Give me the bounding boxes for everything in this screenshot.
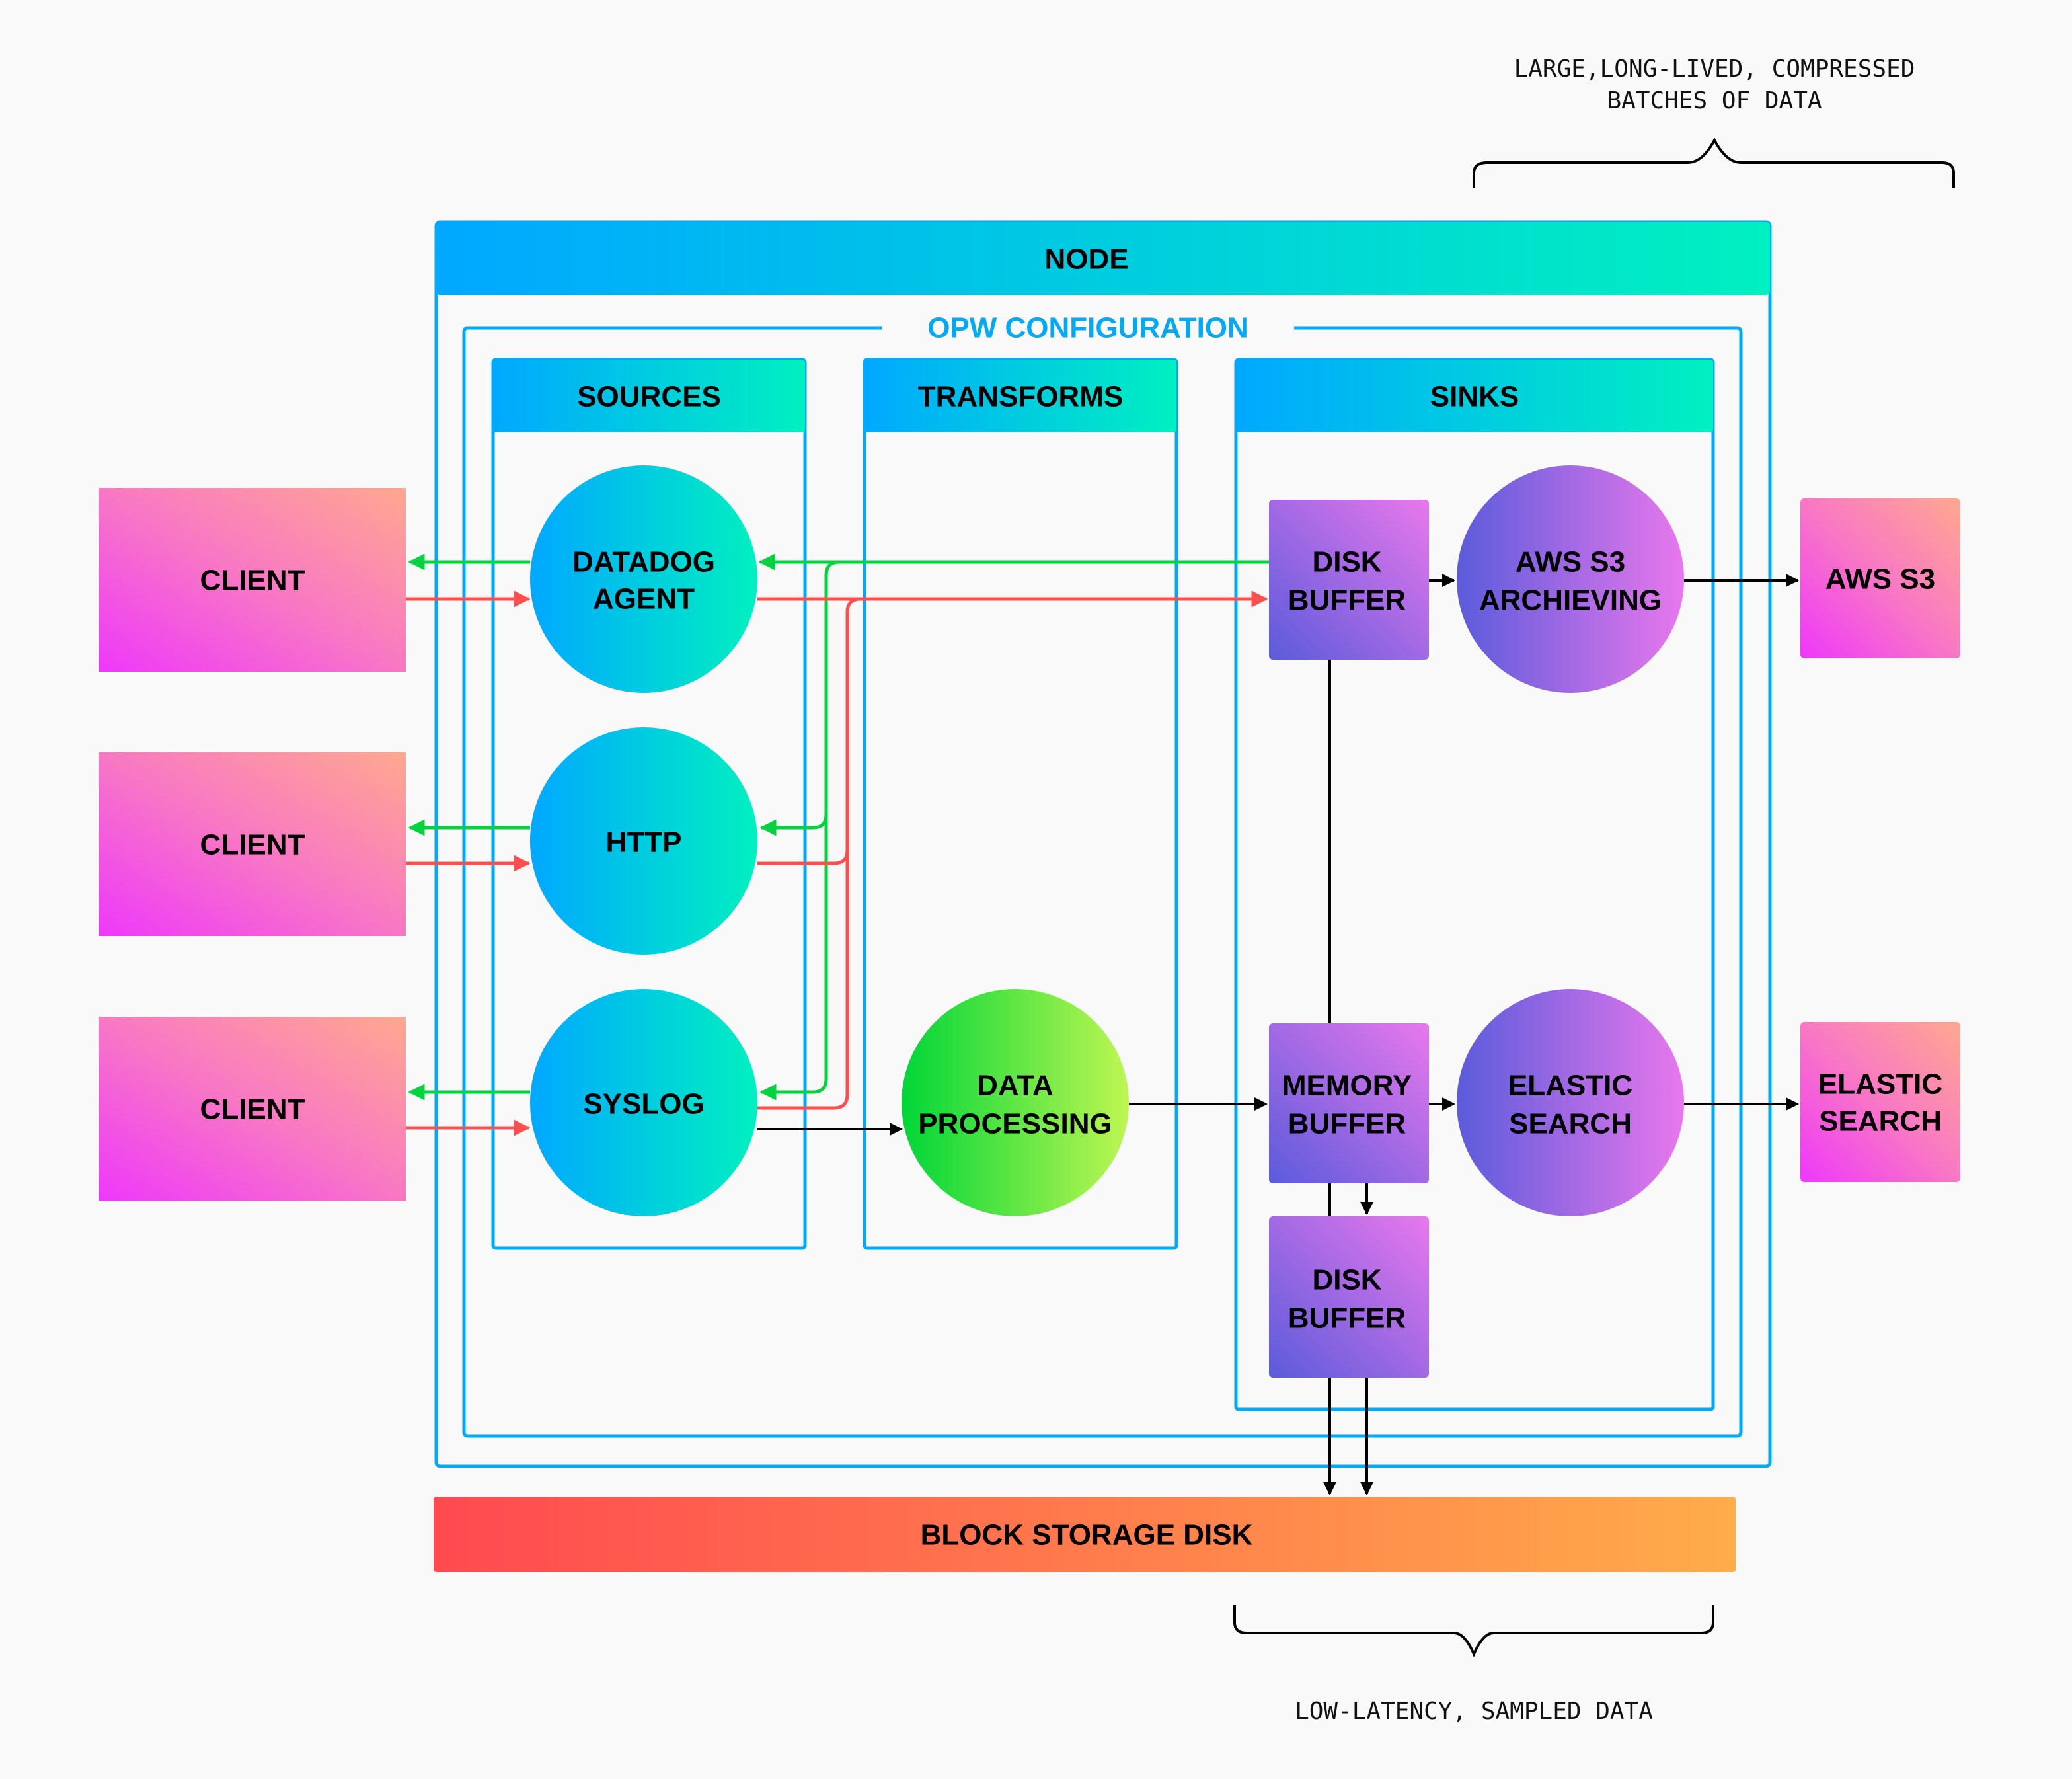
disk-buffer-top-line2: BUFFER (1288, 584, 1406, 617)
client-3-label: CLIENT (200, 1093, 305, 1126)
source-datadog-agent[interactable]: DATADOG AGENT (530, 465, 757, 693)
block-storage-label: BLOCK STORAGE DISK (921, 1519, 1253, 1552)
destination-elastic-line1: ELASTIC (1818, 1068, 1942, 1101)
client-2-label: CLIENT (200, 829, 305, 861)
top-annotation-line2: BATCHES OF DATA (1607, 87, 1822, 114)
client-2[interactable]: CLIENT (99, 752, 406, 936)
node-title: NODE (1044, 243, 1128, 276)
sink-aws-s3-archiving[interactable]: AWS S3 ARCHIEVING (1457, 465, 1684, 693)
destination-aws-s3-label: AWS S3 (1825, 563, 1935, 596)
source-datadog-line1: DATADOG (572, 546, 715, 578)
transform-data-processing[interactable]: DATA PROCESSING (902, 989, 1129, 1216)
elastic-sink-line2: SEARCH (1509, 1108, 1632, 1140)
source-http[interactable]: HTTP (530, 727, 757, 955)
destination-elastic-line2: SEARCH (1819, 1105, 1942, 1138)
block-storage-disk[interactable]: BLOCK STORAGE DISK (434, 1497, 1736, 1572)
source-datadog-line2: AGENT (593, 583, 695, 615)
top-brace (1473, 137, 1955, 188)
destination-elastic-search[interactable]: ELASTIC SEARCH (1800, 1022, 1960, 1182)
sink-memory-buffer[interactable]: MEMORY BUFFER (1269, 1023, 1429, 1183)
ack-arrow-http (759, 560, 840, 836)
top-annotation-line1: LARGE,LONG-LIVED, COMPRESSED (1514, 56, 1915, 83)
memory-buffer-line1: MEMORY (1282, 1070, 1412, 1102)
transforms-title: TRANSFORMS (918, 381, 1123, 413)
destination-aws-s3[interactable]: AWS S3 (1800, 498, 1960, 658)
ack-arrow-syslog (759, 814, 828, 1101)
source-http-label: HTTP (606, 826, 682, 859)
client-1-label: CLIENT (200, 565, 305, 597)
client-3[interactable]: CLIENT (99, 1017, 406, 1201)
client-1[interactable]: CLIENT (99, 488, 406, 672)
disk-buffer-bottom-line1: DISK (1312, 1264, 1381, 1296)
aws-archiving-line1: AWS S3 (1516, 546, 1625, 578)
architecture-diagram: LARGE,LONG-LIVED, COMPRESSED BATCHES OF … (99, 56, 1960, 1725)
sink-disk-buffer-top[interactable]: DISK BUFFER (1269, 500, 1429, 660)
sink-disk-buffer-bottom[interactable]: DISK BUFFER (1269, 1216, 1429, 1378)
disk-buffer-bottom-line2: BUFFER (1288, 1302, 1406, 1335)
bottom-annotation: LOW-LATENCY, SAMPLED DATA (1295, 1698, 1653, 1725)
bottom-brace (1233, 1605, 1714, 1657)
elastic-sink-line1: ELASTIC (1508, 1070, 1632, 1102)
transform-line1: DATA (977, 1070, 1054, 1102)
opw-configuration-title: OPW CONFIGURATION (927, 312, 1248, 344)
memory-buffer-line2: BUFFER (1288, 1108, 1406, 1140)
sources-title: SOURCES (577, 381, 721, 413)
disk-buffer-top-line1: DISK (1312, 546, 1381, 578)
source-syslog-label: SYSLOG (583, 1088, 704, 1121)
aws-archiving-line2: ARCHIEVING (1479, 584, 1662, 617)
transform-line2: PROCESSING (918, 1108, 1112, 1140)
source-syslog[interactable]: SYSLOG (530, 989, 757, 1216)
data-line-http (757, 597, 861, 865)
data-line-syslog (757, 850, 849, 1110)
sinks-title: SINKS (1430, 381, 1519, 413)
sink-elastic-search[interactable]: ELASTIC SEARCH (1457, 989, 1684, 1216)
